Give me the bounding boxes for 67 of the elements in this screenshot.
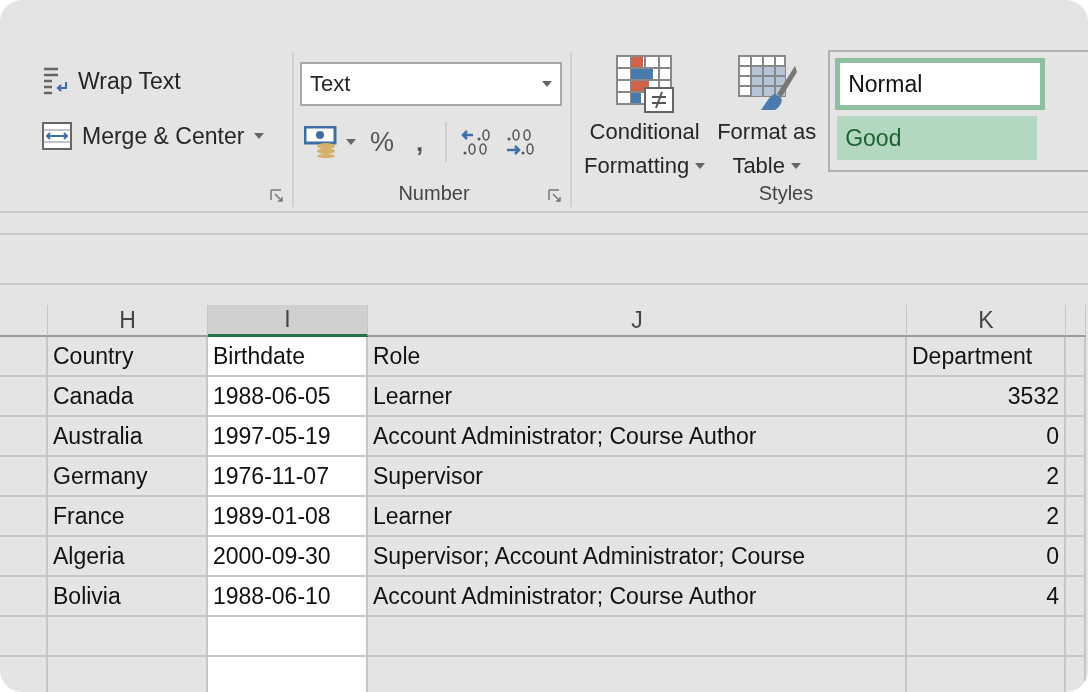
- header-cell: Birthdate: [208, 337, 368, 377]
- header-corner: [0, 305, 48, 337]
- money-coins-icon: [304, 126, 338, 158]
- empty-cell: [1066, 377, 1086, 417]
- increase-decimal-icon[interactable]: [461, 128, 492, 156]
- empty-cell: [1066, 457, 1086, 497]
- dialog-launcher-icon[interactable]: [548, 189, 562, 203]
- comma-style-button[interactable]: ,: [408, 126, 432, 158]
- empty-cell: [1066, 577, 1086, 617]
- empty-cell: [1066, 617, 1086, 657]
- table-cell: 1976-11-07: [208, 457, 368, 497]
- group-label: Styles: [758, 182, 814, 204]
- cell-style-item[interactable]: Good: [837, 116, 1038, 160]
- empty-cell: [1066, 537, 1086, 577]
- group-label: Number: [398, 182, 470, 204]
- merge-cells-icon: [42, 122, 72, 150]
- empty-cell: [1066, 497, 1086, 537]
- table-cell: 0: [907, 417, 1066, 457]
- merge-center-button[interactable]: Merge & Center: [36, 118, 290, 154]
- table-cell: 3532: [907, 377, 1066, 417]
- conditional-formatting-icon: [614, 54, 675, 114]
- row-header[interactable]: [0, 337, 48, 377]
- row-header[interactable]: [0, 457, 48, 497]
- header-corner: [1066, 305, 1086, 337]
- table-cell: 2000-09-30: [208, 537, 368, 577]
- row-header[interactable]: [0, 417, 48, 457]
- cell-style-item[interactable]: Normal: [835, 58, 1046, 110]
- table-cell: Learner: [368, 377, 907, 417]
- caret-icon: [790, 163, 801, 169]
- row-header[interactable]: [0, 537, 48, 577]
- table-cell: 2: [907, 497, 1066, 537]
- conditional-formatting-button[interactable]: Conditional Formatting: [584, 54, 706, 182]
- column-header[interactable]: K: [907, 305, 1066, 337]
- percent-style-button[interactable]: %: [370, 126, 394, 158]
- header-cell: Role: [368, 337, 907, 377]
- caret-icon: [542, 81, 552, 87]
- row-header[interactable]: [0, 577, 48, 617]
- row-header[interactable]: [0, 617, 48, 657]
- column-header[interactable]: J: [368, 305, 907, 337]
- wrap-text-icon: [42, 66, 68, 96]
- table-cell: Supervisor: [368, 457, 907, 497]
- wrap-text-button[interactable]: Wrap Text: [36, 62, 290, 100]
- caret-icon: [254, 133, 265, 139]
- number-format-dropdown[interactable]: Text: [300, 62, 562, 106]
- format-as-table-button[interactable]: Format as Table: [717, 54, 817, 182]
- table-cell: 1997-05-19: [208, 417, 368, 457]
- header-cell: Department: [907, 337, 1066, 377]
- table-cell: Account Administrator; Course Author: [368, 577, 907, 617]
- table-cell: 2: [907, 457, 1066, 497]
- caret-icon: [695, 163, 706, 169]
- table-cell: Learner: [368, 497, 907, 537]
- empty-cell: [1066, 417, 1086, 457]
- table-cell: Account Administrator; Course Author: [368, 417, 907, 457]
- row-header[interactable]: [0, 497, 48, 537]
- caret-icon: [346, 139, 356, 145]
- decrease-decimal-icon[interactable]: [505, 128, 536, 156]
- table-cell: 1988-06-05: [208, 377, 368, 417]
- empty-cell: [1066, 337, 1086, 377]
- accounting-format-button[interactable]: [304, 126, 356, 158]
- dialog-launcher-icon[interactable]: [270, 189, 284, 203]
- table-cell: 4: [907, 577, 1066, 617]
- row-header[interactable]: [0, 377, 48, 417]
- table-cell: 0: [907, 537, 1066, 577]
- column-header[interactable]: I: [208, 305, 368, 337]
- table-cell: 1988-06-10: [208, 577, 368, 617]
- table-cell: Supervisor; Account Administrator; Course: [368, 537, 907, 577]
- table-cell: 1989-01-08: [208, 497, 368, 537]
